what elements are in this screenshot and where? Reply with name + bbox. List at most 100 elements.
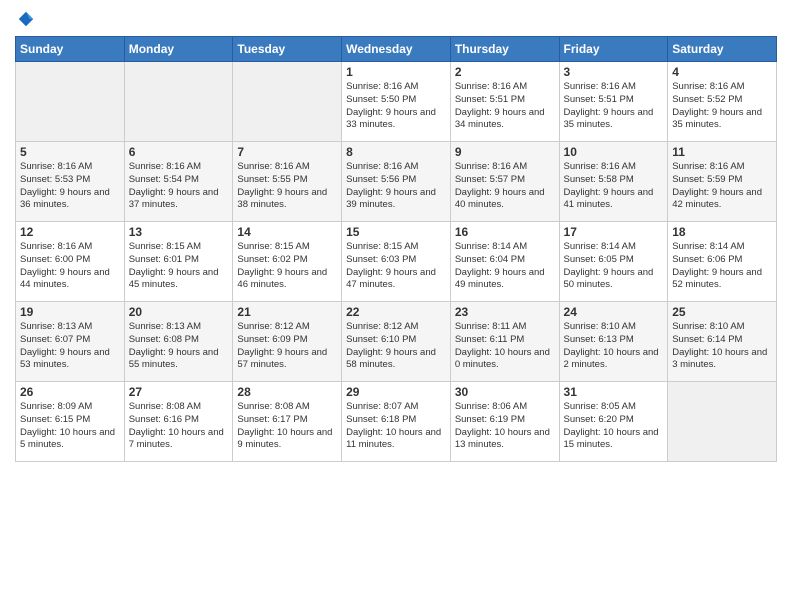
day-cell xyxy=(668,382,777,462)
day-info: Sunrise: 8:16 AMSunset: 5:57 PMDaylight:… xyxy=(455,161,555,212)
day-cell: 14 Sunrise: 8:15 AMSunset: 6:02 PMDayligh… xyxy=(233,222,342,302)
day-number: 9 xyxy=(455,145,555,159)
day-cell: 13 Sunrise: 8:15 AMSunset: 6:01 PMDayligh… xyxy=(124,222,233,302)
logo xyxy=(15,10,35,28)
day-cell: 29Sunrise: 8:07 AMSunset: 6:18 PMDayligh… xyxy=(342,382,451,462)
day-info: Sunrise: 8:15 AMSunset: 6:02 PMDaylight:… xyxy=(237,241,337,292)
day-number: 23 xyxy=(455,305,555,319)
day-number: 5 xyxy=(20,145,120,159)
day-number: 10 xyxy=(564,145,664,159)
day-number: 14 xyxy=(237,225,337,239)
day-number: 26 xyxy=(20,385,120,399)
calendar-table: SundayMondayTuesdayWednesdayThursdayFrid… xyxy=(15,36,777,462)
day-header-saturday: Saturday xyxy=(668,37,777,62)
day-cell: 11Sunrise: 8:16 AMSunset: 5:59 PMDayligh… xyxy=(668,142,777,222)
day-number: 31 xyxy=(564,385,664,399)
day-info: Sunrise: 8:13 AMSunset: 6:07 PMDaylight:… xyxy=(20,321,120,372)
day-cell: 23 Sunrise: 8:11 AMSunset: 6:11 PMDayligh… xyxy=(450,302,559,382)
day-cell: 5 Sunrise: 8:16 AMSunset: 5:53 PMDaylight… xyxy=(16,142,125,222)
day-cell: 21Sunrise: 8:12 AMSunset: 6:09 PMDayligh… xyxy=(233,302,342,382)
day-cell: 25Sunrise: 8:10 AMSunset: 6:14 PMDayligh… xyxy=(668,302,777,382)
day-info: Sunrise: 8:06 AMSunset: 6:19 PMDaylight:… xyxy=(455,401,555,452)
day-info: Sunrise: 8:08 AMSunset: 6:17 PMDaylight:… xyxy=(237,401,337,452)
day-cell: 10 Sunrise: 8:16 AMSunset: 5:58 PMDayligh… xyxy=(559,142,668,222)
day-cell: 26 Sunrise: 8:09 AMSunset: 6:15 PMDayligh… xyxy=(16,382,125,462)
day-cell: 9 Sunrise: 8:16 AMSunset: 5:57 PMDaylight… xyxy=(450,142,559,222)
day-info: Sunrise: 8:12 AMSunset: 6:10 PMDaylight:… xyxy=(346,321,446,372)
day-info: Sunrise: 8:15 AMSunset: 6:01 PMDaylight:… xyxy=(129,241,229,292)
day-number: 17 xyxy=(564,225,664,239)
day-info: Sunrise: 8:16 AMSunset: 5:51 PMDaylight:… xyxy=(455,81,555,132)
day-cell: 20 Sunrise: 8:13 AMSunset: 6:08 PMDayligh… xyxy=(124,302,233,382)
day-info: Sunrise: 8:16 AMSunset: 5:54 PMDaylight:… xyxy=(129,161,229,212)
day-cell: 30 Sunrise: 8:06 AMSunset: 6:19 PMDayligh… xyxy=(450,382,559,462)
day-number: 16 xyxy=(455,225,555,239)
day-number: 6 xyxy=(129,145,229,159)
day-cell xyxy=(124,62,233,142)
calendar-header-row: SundayMondayTuesdayWednesdayThursdayFrid… xyxy=(16,37,777,62)
day-number: 19 xyxy=(20,305,120,319)
day-header-thursday: Thursday xyxy=(450,37,559,62)
day-info: Sunrise: 8:16 AMSunset: 5:55 PMDaylight:… xyxy=(237,161,337,212)
day-cell: 7 Sunrise: 8:16 AMSunset: 5:55 PMDaylight… xyxy=(233,142,342,222)
day-cell: 8Sunrise: 8:16 AMSunset: 5:56 PMDaylight… xyxy=(342,142,451,222)
day-header-tuesday: Tuesday xyxy=(233,37,342,62)
day-info: Sunrise: 8:16 AMSunset: 5:53 PMDaylight:… xyxy=(20,161,120,212)
day-cell: 28Sunrise: 8:08 AMSunset: 6:17 PMDayligh… xyxy=(233,382,342,462)
day-cell: 31Sunrise: 8:05 AMSunset: 6:20 PMDayligh… xyxy=(559,382,668,462)
day-number: 21 xyxy=(237,305,337,319)
day-info: Sunrise: 8:11 AMSunset: 6:11 PMDaylight:… xyxy=(455,321,555,372)
day-number: 3 xyxy=(564,65,664,79)
day-number: 1 xyxy=(346,65,446,79)
day-number: 27 xyxy=(129,385,229,399)
day-info: Sunrise: 8:16 AMSunset: 6:00 PMDaylight:… xyxy=(20,241,120,292)
day-number: 15 xyxy=(346,225,446,239)
day-number: 13 xyxy=(129,225,229,239)
day-info: Sunrise: 8:14 AMSunset: 6:05 PMDaylight:… xyxy=(564,241,664,292)
day-info: Sunrise: 8:13 AMSunset: 6:08 PMDaylight:… xyxy=(129,321,229,372)
day-info: Sunrise: 8:15 AMSunset: 6:03 PMDaylight:… xyxy=(346,241,446,292)
day-number: 18 xyxy=(672,225,772,239)
day-info: Sunrise: 8:10 AMSunset: 6:13 PMDaylight:… xyxy=(564,321,664,372)
day-info: Sunrise: 8:16 AMSunset: 5:50 PMDaylight:… xyxy=(346,81,446,132)
day-number: 4 xyxy=(672,65,772,79)
day-info: Sunrise: 8:14 AMSunset: 6:04 PMDaylight:… xyxy=(455,241,555,292)
day-number: 30 xyxy=(455,385,555,399)
day-info: Sunrise: 8:10 AMSunset: 6:14 PMDaylight:… xyxy=(672,321,772,372)
day-header-wednesday: Wednesday xyxy=(342,37,451,62)
week-row-4: 19 Sunrise: 8:13 AMSunset: 6:07 PMDayligh… xyxy=(16,302,777,382)
day-info: Sunrise: 8:16 AMSunset: 5:59 PMDaylight:… xyxy=(672,161,772,212)
week-row-3: 12Sunrise: 8:16 AMSunset: 6:00 PMDayligh… xyxy=(16,222,777,302)
day-cell: 24 Sunrise: 8:10 AMSunset: 6:13 PMDayligh… xyxy=(559,302,668,382)
day-cell: 16 Sunrise: 8:14 AMSunset: 6:04 PMDayligh… xyxy=(450,222,559,302)
day-number: 7 xyxy=(237,145,337,159)
week-row-2: 5 Sunrise: 8:16 AMSunset: 5:53 PMDaylight… xyxy=(16,142,777,222)
day-header-sunday: Sunday xyxy=(16,37,125,62)
day-cell: 1 Sunrise: 8:16 AMSunset: 5:50 PMDaylight… xyxy=(342,62,451,142)
day-info: Sunrise: 8:08 AMSunset: 6:16 PMDaylight:… xyxy=(129,401,229,452)
day-cell: 27 Sunrise: 8:08 AMSunset: 6:16 PMDayligh… xyxy=(124,382,233,462)
week-row-1: 1 Sunrise: 8:16 AMSunset: 5:50 PMDaylight… xyxy=(16,62,777,142)
day-cell xyxy=(16,62,125,142)
day-number: 24 xyxy=(564,305,664,319)
day-header-monday: Monday xyxy=(124,37,233,62)
day-cell xyxy=(233,62,342,142)
day-number: 2 xyxy=(455,65,555,79)
day-cell: 2 Sunrise: 8:16 AMSunset: 5:51 PMDaylight… xyxy=(450,62,559,142)
day-cell: 12Sunrise: 8:16 AMSunset: 6:00 PMDayligh… xyxy=(16,222,125,302)
day-number: 20 xyxy=(129,305,229,319)
day-cell: 17 Sunrise: 8:14 AMSunset: 6:05 PMDayligh… xyxy=(559,222,668,302)
day-info: Sunrise: 8:09 AMSunset: 6:15 PMDaylight:… xyxy=(20,401,120,452)
week-row-5: 26 Sunrise: 8:09 AMSunset: 6:15 PMDayligh… xyxy=(16,382,777,462)
day-cell: 3Sunrise: 8:16 AMSunset: 5:51 PMDaylight… xyxy=(559,62,668,142)
day-number: 29 xyxy=(346,385,446,399)
day-info: Sunrise: 8:16 AMSunset: 5:56 PMDaylight:… xyxy=(346,161,446,212)
page-header xyxy=(15,10,777,28)
day-header-friday: Friday xyxy=(559,37,668,62)
day-cell: 15 Sunrise: 8:15 AMSunset: 6:03 PMDayligh… xyxy=(342,222,451,302)
day-info: Sunrise: 8:16 AMSunset: 5:52 PMDaylight:… xyxy=(672,81,772,132)
day-cell: 19 Sunrise: 8:13 AMSunset: 6:07 PMDayligh… xyxy=(16,302,125,382)
day-number: 22 xyxy=(346,305,446,319)
day-info: Sunrise: 8:16 AMSunset: 5:58 PMDaylight:… xyxy=(564,161,664,212)
day-cell: 4 Sunrise: 8:16 AMSunset: 5:52 PMDaylight… xyxy=(668,62,777,142)
